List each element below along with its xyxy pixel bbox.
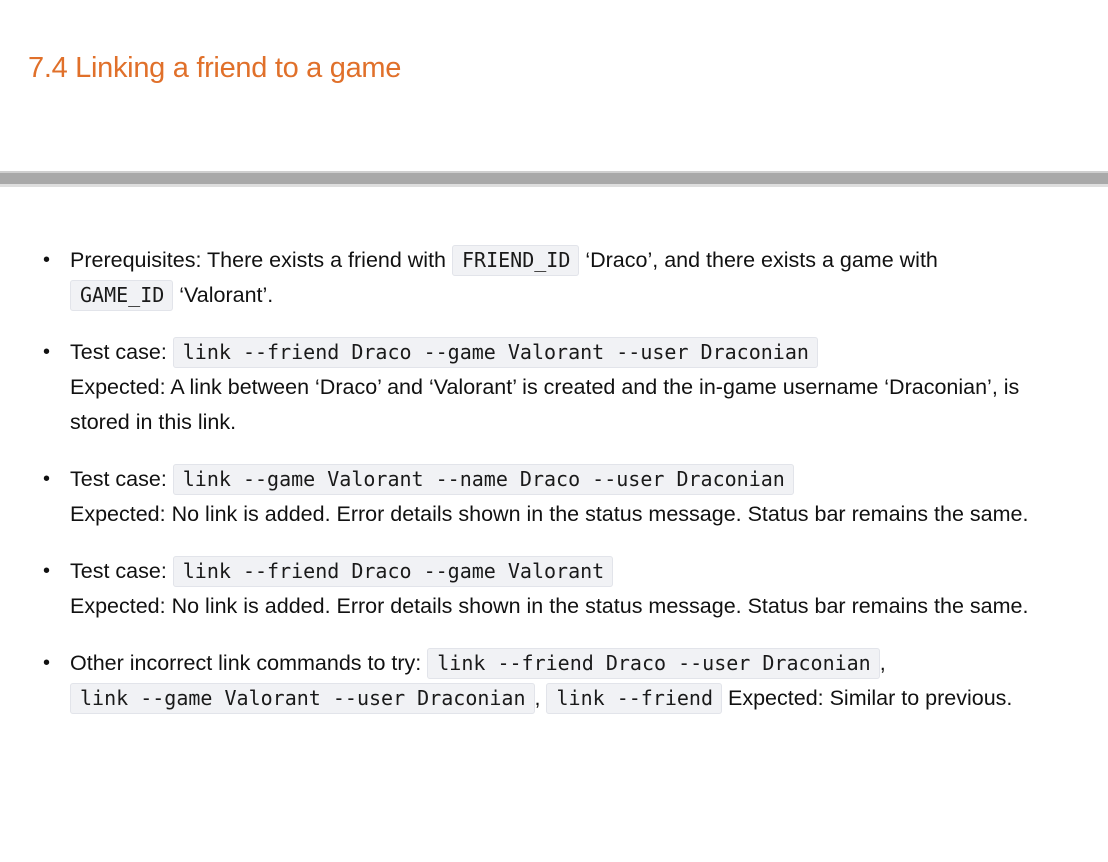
prerequisites-text: ‘Valorant’.	[173, 283, 274, 307]
list-item-test-case: • Test case: link --friend Draco --game V…	[43, 554, 1070, 624]
test-case-label: Test case:	[70, 467, 173, 491]
inline-code: FRIEND_ID	[452, 245, 580, 276]
bullet-icon: •	[43, 652, 51, 674]
other-commands-label: Other incorrect link commands to try:	[70, 651, 428, 675]
separator: ,	[534, 686, 547, 710]
test-case-label: Test case:	[70, 559, 173, 583]
horizontal-divider	[0, 171, 1108, 187]
inline-code: link --friend Draco --game Valorant --us…	[172, 337, 818, 368]
separator: ,	[879, 651, 886, 675]
list-item-other-commands: • Other incorrect link commands to try: l…	[43, 646, 1070, 716]
inline-code: link --friend Draco --game Valorant	[172, 556, 614, 587]
test-case-label: Test case:	[70, 340, 173, 364]
expected-text: Expected: No link is added. Error detail…	[70, 594, 1029, 618]
bullet-icon: •	[43, 468, 51, 490]
list-item-prerequisites: • Prerequisites: There exists a friend wi…	[43, 243, 1070, 313]
prerequisites-text: ‘Draco’, and there exists a game with	[579, 248, 938, 272]
expected-text: Expected: No link is added. Error detail…	[70, 502, 1029, 526]
bullet-icon: •	[43, 249, 51, 271]
inline-code: link --friend	[546, 683, 723, 714]
expected-text: Expected: Similar to previous.	[722, 686, 1013, 710]
bullet-icon: •	[43, 341, 51, 363]
test-case-list: • Prerequisites: There exists a friend wi…	[43, 243, 1070, 738]
expected-text: Expected: A link between ‘Draco’ and ‘Va…	[70, 375, 1020, 434]
inline-code: link --game Valorant --user Draconian	[70, 683, 535, 714]
bullet-icon: •	[43, 560, 51, 582]
list-item-test-case: • Test case: link --friend Draco --game V…	[43, 335, 1070, 440]
prerequisites-text: Prerequisites: There exists a friend wit…	[70, 248, 452, 272]
inline-code: link --friend Draco --user Draconian	[427, 648, 880, 679]
list-item-test-case: • Test case: link --game Valorant --name …	[43, 462, 1070, 532]
inline-code: GAME_ID	[70, 280, 174, 311]
inline-code: link --game Valorant --name Draco --user…	[172, 464, 794, 495]
section-heading: 7.4 Linking a friend to a game	[28, 52, 402, 84]
